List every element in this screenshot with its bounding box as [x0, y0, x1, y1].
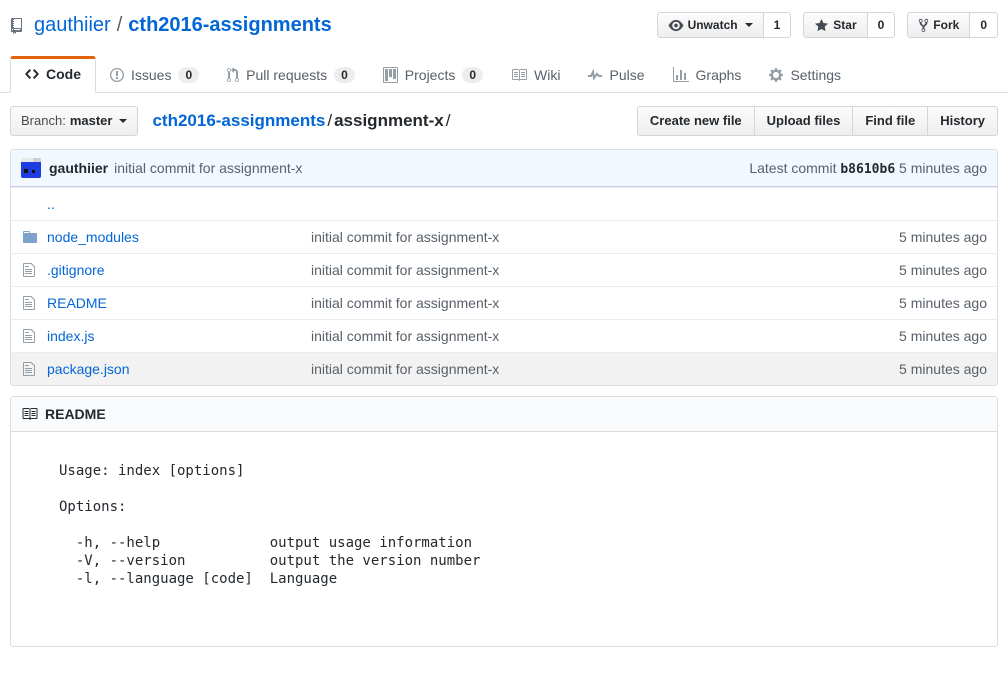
commit-author-avatar[interactable] — [21, 158, 41, 178]
create-new-file-button[interactable]: Create new file — [637, 106, 755, 136]
file-link[interactable]: node_modules — [47, 229, 139, 245]
book-icon — [511, 67, 527, 83]
commit-sha-link[interactable]: b8610b6 — [840, 162, 895, 177]
file-action-buttons: Create new file Upload files Find file H… — [637, 106, 998, 136]
repo-book-icon — [10, 18, 26, 34]
table-row: package.json initial commit for assignme… — [11, 352, 997, 385]
table-row: node_modules initial commit for assignme… — [11, 220, 997, 253]
fork-icon — [918, 18, 929, 33]
table-row: README initial commit for assignment-x 5… — [11, 286, 997, 319]
file-link[interactable]: package.json — [47, 361, 130, 377]
project-icon — [383, 67, 398, 83]
repo-owner-link[interactable]: gauthiier — [34, 14, 111, 37]
row-age: 5 minutes ago — [847, 295, 997, 311]
code-icon — [25, 66, 39, 82]
tab-pulse[interactable]: Pulse — [574, 57, 658, 93]
file-icon — [11, 262, 47, 278]
unwatch-button[interactable]: Unwatch — [657, 12, 764, 38]
row-age: 5 minutes ago — [847, 262, 997, 278]
eye-icon — [668, 18, 684, 33]
row-age: 5 minutes ago — [847, 361, 997, 377]
breadcrumb-current-dir: assignment-x — [334, 111, 444, 130]
pull-request-icon — [227, 67, 239, 83]
readme-header: README — [11, 397, 997, 432]
star-button[interactable]: Star — [803, 12, 867, 38]
fork-button[interactable]: Fork — [907, 12, 970, 38]
readme-content: Usage: index [options] Options: -h, --he… — [11, 432, 997, 646]
repo-tabs-bar: Code Issues 0 Pull requests 0 Projects 0 — [0, 56, 1008, 93]
table-row: .gitignore initial commit for assignment… — [11, 253, 997, 286]
file-icon — [11, 328, 47, 344]
row-commit-message[interactable]: initial commit for assignment-x — [311, 262, 499, 278]
history-button[interactable]: History — [927, 106, 998, 136]
repo-title-separator: / — [117, 14, 123, 37]
fork-group: Fork 0 — [907, 12, 998, 38]
row-commit-message[interactable]: initial commit for assignment-x — [311, 229, 499, 245]
breadcrumb-separator: / — [444, 111, 453, 130]
issue-icon — [110, 67, 124, 83]
table-row-up: .. — [11, 187, 997, 220]
tab-settings[interactable]: Settings — [755, 57, 855, 93]
readme-book-icon — [21, 406, 38, 422]
breadcrumb-repo-link[interactable]: cth2016-assignments — [152, 111, 325, 130]
row-age: 5 minutes ago — [847, 229, 997, 245]
tab-wiki[interactable]: Wiki — [497, 57, 574, 93]
fork-count[interactable]: 0 — [970, 12, 998, 38]
find-file-button[interactable]: Find file — [852, 106, 928, 136]
commit-time: 5 minutes ago — [899, 160, 987, 176]
star-icon — [814, 18, 829, 33]
file-link[interactable]: index.js — [47, 328, 94, 344]
commit-author-link[interactable]: gauthiier — [49, 160, 108, 176]
projects-count-badge: 0 — [462, 67, 483, 83]
pulse-icon — [588, 67, 602, 83]
graph-icon — [673, 67, 689, 83]
commit-message-link[interactable]: initial commit for assignment-x — [114, 160, 302, 176]
file-icon — [11, 295, 47, 311]
tab-projects[interactable]: Projects 0 — [369, 57, 497, 93]
star-count[interactable]: 0 — [868, 12, 896, 38]
tab-graphs[interactable]: Graphs — [659, 57, 756, 93]
row-commit-message[interactable]: initial commit for assignment-x — [311, 295, 499, 311]
repo-header: gauthiier / cth2016-assignments Unwatch … — [0, 0, 1008, 48]
chevron-down-icon — [119, 119, 127, 123]
latest-commit-bar: gauthiier initial commit for assignment-… — [11, 150, 997, 187]
social-actions: Unwatch 1 Star 0 Fo — [657, 12, 998, 38]
breadcrumb: cth2016-assignments/assignment-x/ — [152, 111, 452, 131]
gear-icon — [769, 67, 783, 83]
files-container: gauthiier initial commit for assignment-… — [10, 149, 998, 386]
branch-select-button[interactable]: Branch: master — [10, 106, 138, 136]
readme-title: README — [45, 406, 106, 422]
upload-files-button[interactable]: Upload files — [754, 106, 854, 136]
table-row: index.js initial commit for assignment-x… — [11, 319, 997, 352]
tab-pull-requests[interactable]: Pull requests 0 — [213, 57, 369, 93]
readme-body: Usage: index [options] Options: -h, --he… — [11, 432, 997, 646]
repo-title: gauthiier / cth2016-assignments — [34, 14, 332, 37]
row-age: 5 minutes ago — [847, 328, 997, 344]
watch-group: Unwatch 1 — [657, 12, 792, 38]
up-directory-link[interactable]: .. — [47, 196, 55, 212]
file-navigation: Branch: master cth2016-assignments/assig… — [0, 106, 1008, 136]
pulls-count-badge: 0 — [334, 67, 355, 83]
row-commit-message[interactable]: initial commit for assignment-x — [311, 328, 499, 344]
chevron-down-icon — [745, 23, 753, 27]
latest-commit-meta: Latest commit b8610b6 5 minutes ago — [749, 160, 987, 177]
row-commit-message[interactable]: initial commit for assignment-x — [311, 361, 499, 377]
breadcrumb-separator: / — [325, 111, 334, 130]
tab-issues[interactable]: Issues 0 — [96, 57, 213, 93]
readme-section: README Usage: index [options] Options: -… — [10, 396, 998, 647]
file-link[interactable]: .gitignore — [47, 262, 105, 278]
watch-count[interactable]: 1 — [764, 12, 792, 38]
star-group: Star 0 — [803, 12, 895, 38]
tab-code[interactable]: Code — [10, 56, 96, 93]
file-link[interactable]: README — [47, 295, 107, 311]
folder-icon — [11, 229, 47, 245]
repo-name-link[interactable]: cth2016-assignments — [128, 14, 331, 37]
issues-count-badge: 0 — [178, 67, 199, 83]
file-icon — [11, 361, 47, 377]
